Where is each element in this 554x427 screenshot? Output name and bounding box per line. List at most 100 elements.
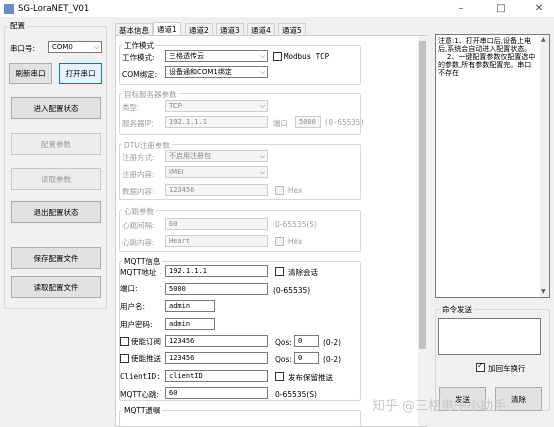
work-mode-value: 三格透传云 xyxy=(169,52,204,60)
mqtt-title: MQTT信息 xyxy=(122,256,163,267)
port-label: 串口号: xyxy=(10,44,36,53)
publish-topic-input[interactable]: 123456 xyxy=(165,352,268,364)
mqtt-keepalive-input[interactable]: 60 xyxy=(165,387,268,399)
chevron-down-icon: ⌵ xyxy=(259,168,265,176)
server-type-label: 类型: xyxy=(122,103,140,112)
qos-pub-range: (0-2) xyxy=(323,355,342,364)
mqtt-port-label: 端口: xyxy=(120,284,138,293)
clear-session-checkbox[interactable] xyxy=(275,267,284,276)
dtu-data-label: 数据内容: xyxy=(122,187,155,196)
enter-config-button[interactable]: 进入配置状态 xyxy=(11,97,101,119)
server-port-range: (0-65535) xyxy=(324,118,365,127)
dtu-hex-checkbox[interactable] xyxy=(275,186,284,195)
chevron-down-icon: ⌵ xyxy=(259,68,265,76)
qos-sub-label: Qos: xyxy=(275,338,292,347)
enable-subscribe-checkbox[interactable] xyxy=(120,337,129,346)
heartbeat-title: 心跳参数 xyxy=(122,206,156,217)
server-type-select[interactable]: TCP ⌵ xyxy=(165,100,268,112)
config-group-title: 配置 xyxy=(8,20,27,31)
heartbeat-content-input[interactable]: Heart xyxy=(165,235,268,247)
refresh-port-button[interactable]: 刷新串口 xyxy=(9,63,52,84)
work-mode-label: 工作模式: xyxy=(122,53,155,62)
dtu-content-select[interactable]: IMEI ⌵ xyxy=(165,166,268,178)
mqtt-addr-input[interactable]: 192.1.1.1 xyxy=(165,265,268,277)
scroll-down-icon[interactable]: ▼ xyxy=(541,288,546,295)
modbus-tcp-label: Modbus TCP xyxy=(284,52,330,61)
cmd-input[interactable] xyxy=(438,318,541,355)
config-params-button[interactable]: 配置参数 xyxy=(11,133,101,155)
mqtt-keepalive-label: MQTT心跳: xyxy=(120,390,159,399)
chevron-down-icon: ⌵ xyxy=(259,102,265,110)
retain-label: 发布保留推送 xyxy=(288,373,333,382)
scroll-up-icon[interactable]: ▲ xyxy=(541,36,546,43)
chevron-down-icon: ⌵ xyxy=(259,52,265,60)
work-mode-title: 工作模式 xyxy=(122,40,156,51)
server-port-input[interactable]: 5000 xyxy=(295,116,321,128)
title-bar: SG-LoraNET_V01 – □ ✕ xyxy=(0,0,554,18)
dtu-method-select[interactable]: 不启用注册包 ⌵ xyxy=(165,150,268,162)
enable-publish-checkbox[interactable] xyxy=(120,354,129,363)
retain-checkbox[interactable] xyxy=(275,372,284,381)
open-port-button[interactable]: 打开串口 xyxy=(59,63,102,84)
mqtt-user-label: 用户名: xyxy=(120,302,146,311)
save-config-file-button[interactable]: 保存配置文件 xyxy=(11,247,101,269)
dtu-content-label: 注册内容: xyxy=(122,170,155,179)
heartbeat-content-label: 心跳内容: xyxy=(122,238,155,247)
qos-pub-label: Qos: xyxy=(275,355,292,364)
maximize-button[interactable]: □ xyxy=(488,2,514,16)
dtu-method-label: 注册方式: xyxy=(122,153,155,162)
app-icon xyxy=(4,4,14,14)
work-mode-select[interactable]: 三格透传云 ⌵ xyxy=(165,50,268,62)
watermark-text: 知乎 @三格电子小助手 xyxy=(372,399,507,414)
server-port-label: 端口 xyxy=(273,119,288,128)
mqtt-keepalive-range: 0-65535(S) xyxy=(275,390,317,399)
qos-sub-range: (0-2) xyxy=(323,338,342,347)
com-bind-label: COM绑定: xyxy=(122,70,158,79)
heartbeat-hex-checkbox[interactable] xyxy=(275,237,284,246)
exit-config-button[interactable]: 退出配置状态 xyxy=(11,201,101,223)
read-params-button[interactable]: 读取参数 xyxy=(11,168,101,190)
dtu-content-value: IMEI xyxy=(169,168,184,176)
port-select[interactable]: COM0 ⌵ xyxy=(48,41,102,53)
mqtt-will-title: MQTT遗嘱 xyxy=(122,405,163,416)
enable-subscribe-label: 使能订阅 xyxy=(131,337,161,346)
window-title: SG-LoraNET_V01 xyxy=(18,4,90,14)
heartbeat-hex-label: Hex xyxy=(288,237,303,246)
clientid-input[interactable]: clientID xyxy=(165,370,268,382)
heartbeat-interval-input[interactable]: 60 xyxy=(165,218,268,230)
heartbeat-interval-range: 0-65535(S) xyxy=(275,220,317,229)
check-icon: ✓ xyxy=(477,361,484,370)
qos-pub-input[interactable]: 0 xyxy=(294,352,319,364)
read-config-file-button[interactable]: 读取配置文件 xyxy=(11,276,101,298)
mqtt-pwd-input[interactable]: admin xyxy=(165,318,215,330)
dtu-data-input[interactable]: 123456 xyxy=(165,184,268,196)
com-bind-select[interactable]: 设备通和COM1绑定 ⌵ xyxy=(165,66,268,78)
server-ip-input[interactable]: 192.1.1.1 xyxy=(165,116,268,128)
heartbeat-interval-label: 心跳间隔: xyxy=(122,221,155,230)
clear-session-label: 清除会话 xyxy=(288,268,318,277)
mqtt-user-input[interactable]: admin xyxy=(165,300,215,312)
close-button[interactable]: ✕ xyxy=(526,2,552,16)
cmd-group-title: 命令发送 xyxy=(440,304,474,315)
enable-publish-label: 使能推送 xyxy=(131,354,161,363)
port-select-value: COM0 xyxy=(52,43,73,51)
notes-scrollbar[interactable] xyxy=(540,35,549,297)
subscribe-topic-input[interactable]: 123456 xyxy=(165,335,268,347)
clientid-label: ClientID: xyxy=(120,372,161,381)
mqtt-port-input[interactable]: 5000 xyxy=(165,283,268,295)
minimize-button[interactable]: – xyxy=(448,2,474,16)
dtu-method-value: 不启用注册包 xyxy=(169,152,211,160)
crlf-label: 加回车换行 xyxy=(488,364,526,373)
mqtt-addr-label: MQTT地址 xyxy=(120,268,157,277)
server-title: 目标服务器参数 xyxy=(122,89,179,100)
chevron-down-icon: ⌵ xyxy=(259,152,265,160)
mqtt-pwd-label: 用户密码: xyxy=(120,320,153,329)
com-bind-value: 设备通和COM1绑定 xyxy=(169,68,232,76)
server-type-value: TCP xyxy=(169,102,182,110)
modbus-tcp-checkbox[interactable] xyxy=(273,52,282,61)
chevron-down-icon: ⌵ xyxy=(93,43,99,51)
dtu-hex-label: Hex xyxy=(288,186,303,195)
panel-scrollbar-thumb[interactable] xyxy=(419,41,426,349)
qos-sub-input[interactable]: 0 xyxy=(294,335,319,347)
server-ip-label: 服务器IP: xyxy=(122,119,154,128)
